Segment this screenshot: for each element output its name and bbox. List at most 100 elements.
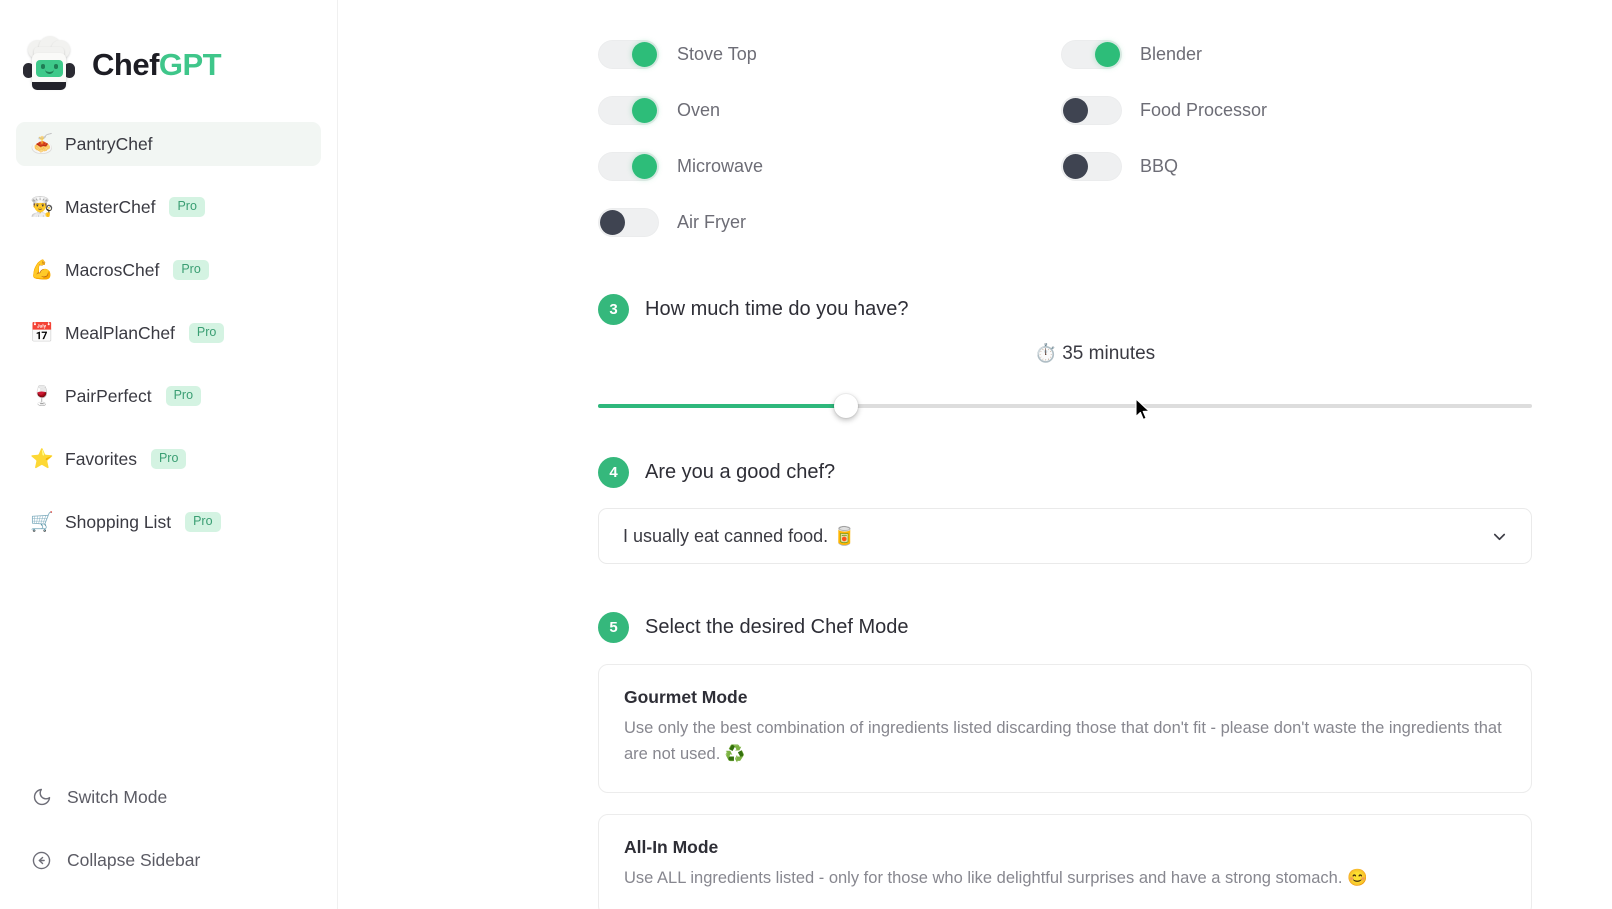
sidebar-item-label: MealPlanChef: [65, 322, 175, 343]
sidebar-nav: 🍝 PantryChef 👨‍🍳 MasterChef Pro 💪 Macros…: [0, 108, 337, 563]
collapse-sidebar-button[interactable]: Collapse Sidebar: [16, 839, 321, 881]
toggle-row-microwave[interactable]: Microwave: [598, 138, 1061, 194]
skill-level-select[interactable]: I usually eat canned food. 🥫: [598, 508, 1532, 564]
toggle-row-food-processor[interactable]: Food Processor: [1061, 82, 1532, 138]
sidebar-item-pantrychef[interactable]: 🍝 PantryChef: [16, 122, 321, 166]
step-5-section: 5 Select the desired Chef Mode Gourmet M…: [598, 612, 1532, 909]
slider-thumb[interactable]: [833, 394, 858, 418]
cart-icon: 🛒: [30, 511, 54, 533]
switch-mode-button[interactable]: Switch Mode: [16, 776, 321, 818]
toggle-microwave[interactable]: [598, 151, 659, 181]
sidebar-item-shopping-list[interactable]: 🛒 Shopping List Pro: [16, 500, 321, 544]
pro-badge: Pro: [185, 512, 221, 532]
toggle-knob: [632, 97, 657, 123]
sidebar-item-label: PairPerfect: [65, 385, 152, 406]
toggle-label: Microwave: [677, 155, 764, 176]
chef-mode-title: All-In Mode: [624, 836, 719, 857]
chef-mode-description: Use only the best combination of ingredi…: [624, 719, 1502, 764]
step-title: Are you a good chef?: [645, 461, 836, 483]
pro-badge: Pro: [188, 323, 225, 343]
toggle-knob: [1063, 153, 1088, 179]
step-4-header: 4 Are you a good chef?: [598, 457, 1532, 488]
step-title: Select the desired Chef Mode: [645, 616, 909, 638]
time-slider-value: ⏱️ 35 minutes: [598, 343, 1532, 365]
toggle-row-blender[interactable]: Blender: [1061, 26, 1532, 82]
appliance-column-right: Blender Food Processor BBQ: [1061, 26, 1532, 250]
toggle-label: Food Processor: [1140, 99, 1268, 120]
sidebar-item-label: Favorites: [65, 448, 137, 469]
pro-badge: Pro: [169, 197, 205, 217]
toggle-row-stove-top[interactable]: Stove Top: [598, 26, 1061, 82]
sidebar-item-label: MasterChef: [65, 196, 156, 217]
muscle-icon: 💪: [30, 259, 54, 281]
switch-mode-label: Switch Mode: [67, 786, 168, 807]
toggle-row-air-fryer[interactable]: Air Fryer: [598, 194, 1061, 250]
toggle-label: BBQ: [1140, 155, 1179, 176]
toggle-row-bbq[interactable]: BBQ: [1061, 138, 1532, 194]
chevron-down-icon[interactable]: [1490, 527, 1509, 546]
pantry-icon: 🍝: [30, 133, 54, 155]
step-number-badge: 3: [598, 294, 629, 325]
robot-face: [36, 60, 63, 77]
toggle-air-fryer[interactable]: [598, 207, 659, 237]
chef-mode-card-gourmet[interactable]: Gourmet Mode Use only the best combinati…: [598, 664, 1532, 793]
toggle-food-processor[interactable]: [1061, 95, 1122, 125]
sidebar-footer: Switch Mode Collapse Sidebar: [0, 776, 337, 909]
sidebar-item-label: MacrosChef: [65, 259, 160, 280]
toggle-label: Blender: [1140, 43, 1203, 64]
brand-title-primary: Chef: [92, 47, 159, 82]
main-content: Stove Top Oven Microwave Air Fryer Blend…: [338, 0, 1612, 909]
toggle-bbq[interactable]: [1061, 151, 1122, 181]
sidebar-item-pairperfect[interactable]: 🍷 PairPerfect Pro: [16, 374, 321, 418]
pro-badge: Pro: [173, 260, 209, 280]
robot-chin: [32, 82, 66, 90]
slider-track-fill: [598, 404, 846, 408]
chef-mode-description: Use ALL ingredients listed - only for th…: [624, 868, 1368, 887]
step-3-header: 3 How much time do you have?: [598, 294, 1532, 325]
toggle-blender[interactable]: [1061, 39, 1122, 69]
chef-icon: 👨‍🍳: [30, 196, 54, 218]
arrow-left-circle-icon: [30, 849, 53, 872]
brand-title-accent: GPT: [158, 47, 222, 82]
sidebar-item-masterchef[interactable]: 👨‍🍳 MasterChef Pro: [16, 185, 321, 229]
toggle-knob: [632, 41, 657, 67]
app-root: ChefGPT 🍝 PantryChef 👨‍🍳 MasterChef Pro …: [0, 0, 1612, 909]
step-3-section: 3 How much time do you have? ⏱️ 35 minute…: [598, 294, 1532, 418]
step-4-section: 4 Are you a good chef? I usually eat can…: [598, 457, 1532, 564]
sidebar: ChefGPT 🍝 PantryChef 👨‍🍳 MasterChef Pro …: [0, 0, 338, 909]
form-column: Stove Top Oven Microwave Air Fryer Blend…: [598, 0, 1532, 909]
robot-smile: [45, 69, 54, 74]
stopwatch-icon: ⏱️: [1034, 343, 1058, 363]
chef-mode-title: Gourmet Mode: [624, 687, 748, 707]
toggle-oven[interactable]: [598, 95, 659, 125]
robot-eye-right: [54, 64, 58, 69]
appliance-column-left: Stove Top Oven Microwave Air Fryer: [598, 26, 1061, 250]
sidebar-item-macroschef[interactable]: 💪 MacrosChef Pro: [16, 248, 321, 292]
step-number-badge: 4: [598, 457, 629, 488]
chef-mode-card-all-in[interactable]: All-In Mode Use ALL ingredients listed -…: [598, 813, 1532, 909]
toggle-label: Stove Top: [677, 43, 757, 64]
toggle-knob: [1063, 97, 1088, 123]
toggle-knob: [632, 153, 657, 179]
toggle-row-oven[interactable]: Oven: [598, 82, 1061, 138]
toggle-label: Air Fryer: [677, 211, 746, 232]
toggle-knob: [1095, 41, 1120, 67]
brand-title: ChefGPT: [92, 47, 222, 83]
wine-glass-icon: 🍷: [30, 385, 54, 407]
appliance-toggles-section: Stove Top Oven Microwave Air Fryer Blend…: [598, 0, 1532, 250]
time-slider[interactable]: [598, 394, 1532, 418]
sidebar-item-mealplanchef[interactable]: 📅 MealPlanChef Pro: [16, 311, 321, 355]
pro-badge: Pro: [165, 386, 202, 406]
collapse-sidebar-label: Collapse Sidebar: [67, 849, 201, 870]
toggle-stove-top[interactable]: [598, 39, 659, 69]
step-5-header: 5 Select the desired Chef Mode: [598, 612, 1532, 643]
skill-level-selected-value: I usually eat canned food. 🥫: [623, 525, 856, 546]
calendar-icon: 📅: [30, 322, 54, 344]
sidebar-item-label: Shopping List: [65, 511, 172, 532]
moon-icon: [30, 786, 53, 809]
time-slider-block: ⏱️ 35 minutes: [598, 343, 1532, 418]
star-icon: ⭐: [30, 448, 54, 470]
sidebar-item-favorites[interactable]: ⭐ Favorites Pro: [16, 437, 321, 481]
brand-header[interactable]: ChefGPT: [0, 0, 337, 108]
toggle-knob: [600, 209, 625, 235]
